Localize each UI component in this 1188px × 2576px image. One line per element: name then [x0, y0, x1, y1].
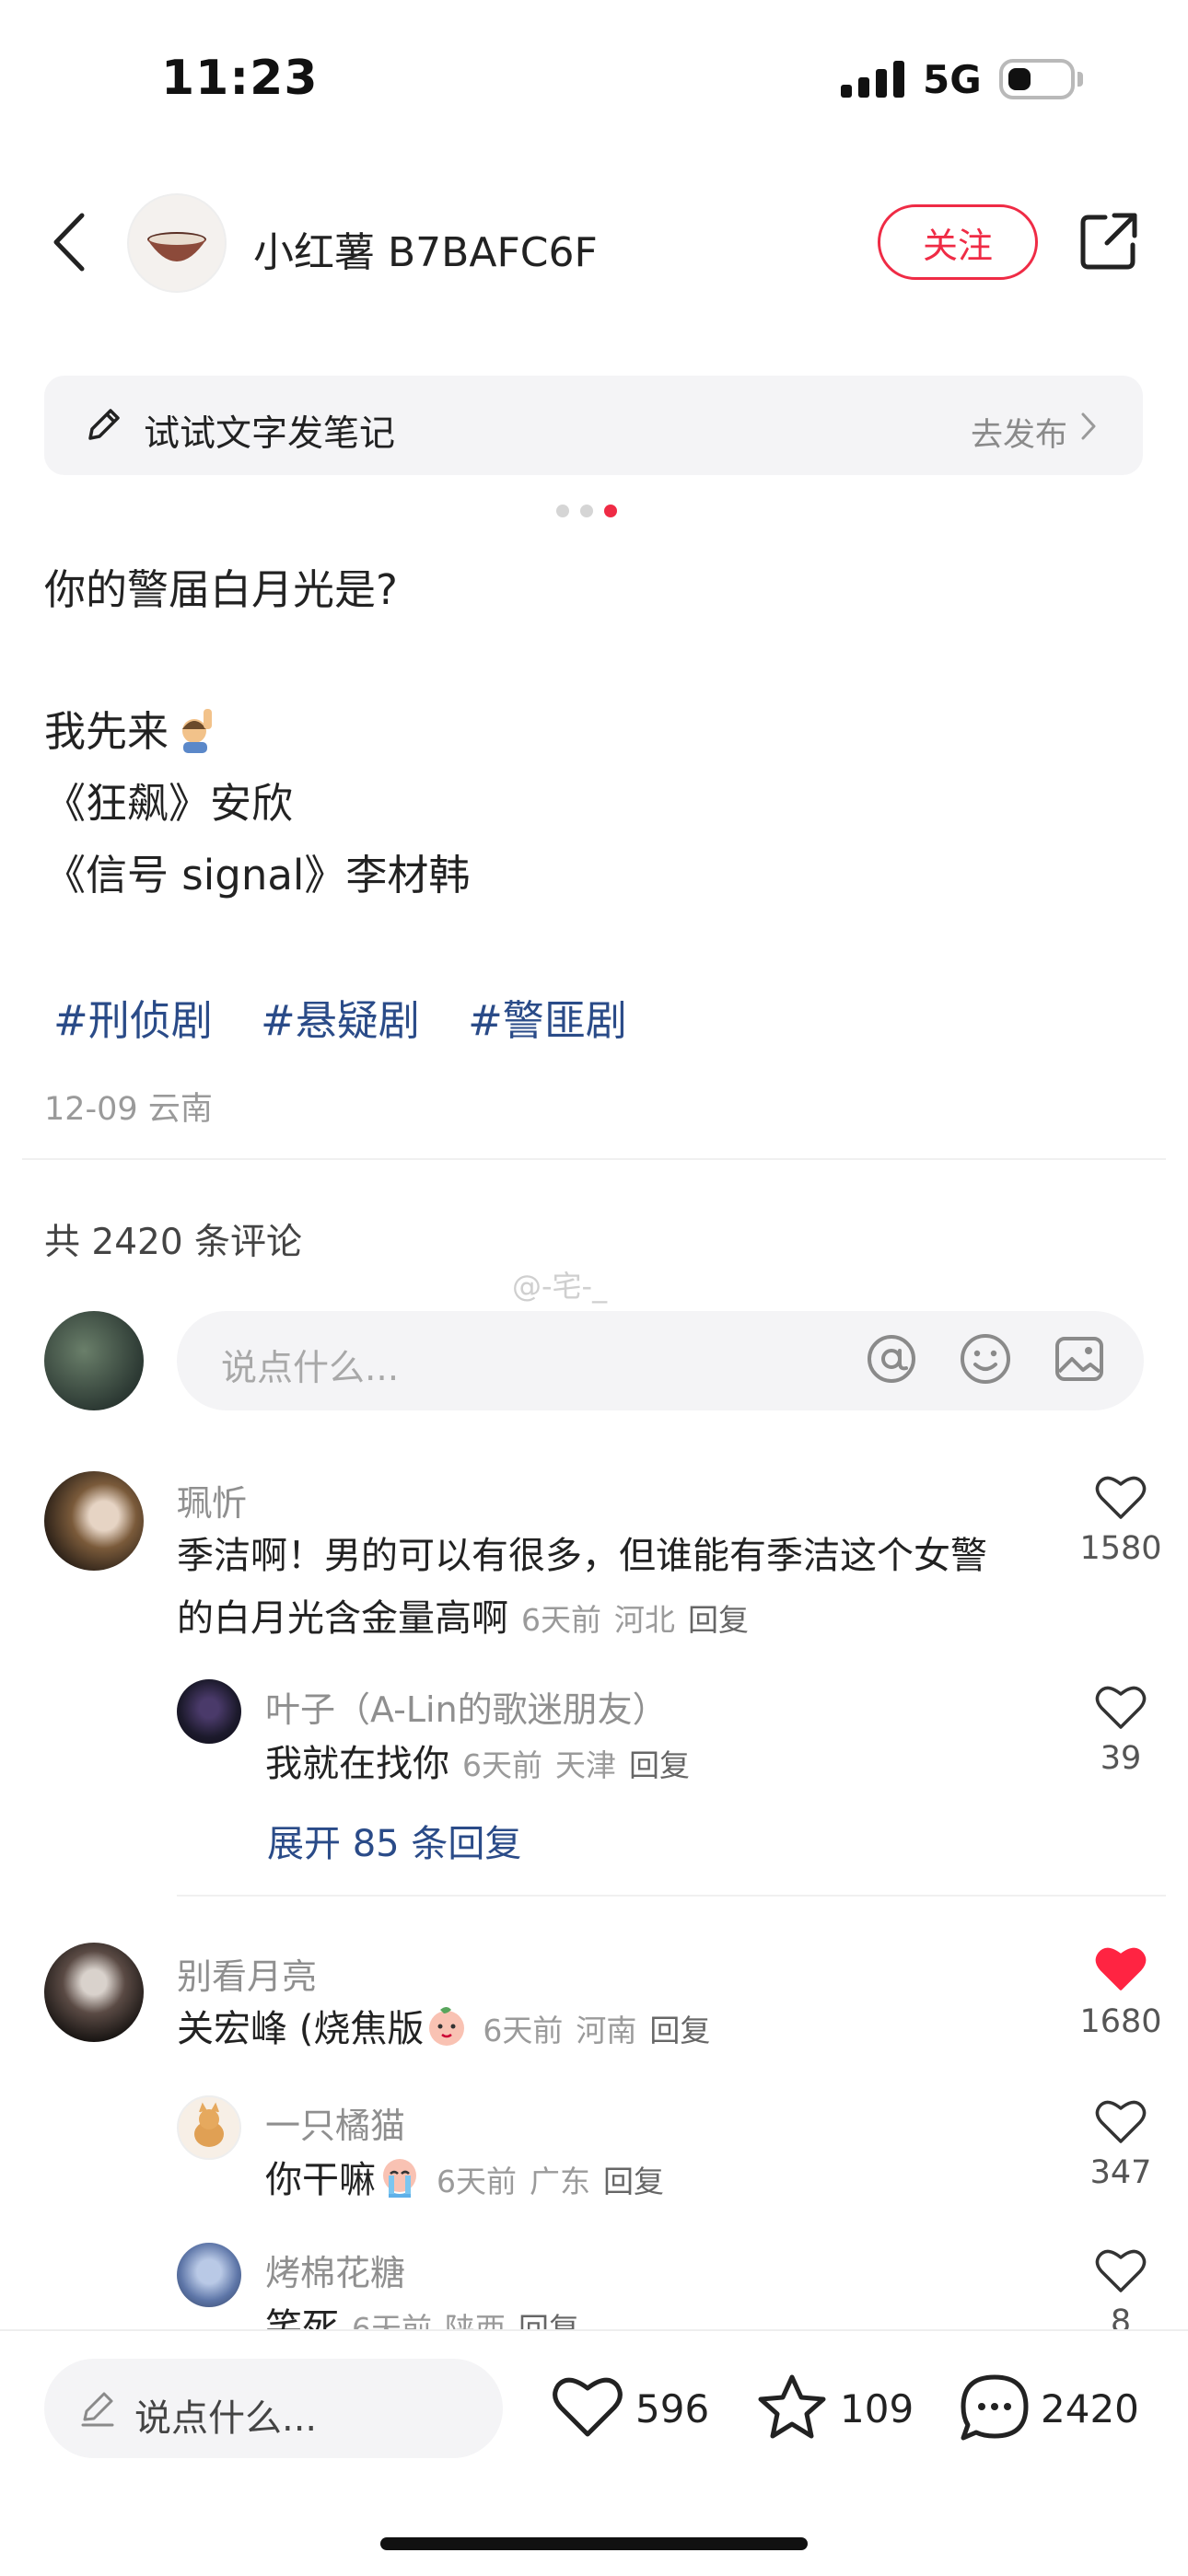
pencil-icon [81, 2392, 114, 2427]
home-indicator[interactable] [380, 2537, 808, 2550]
share-icon[interactable] [1077, 210, 1140, 273]
comment-count-total: 2420 [1041, 2386, 1139, 2431]
publish-link[interactable]: 去发布 [971, 409, 1067, 456]
comment-username[interactable]: 别看月亮 [177, 1948, 317, 1999]
post-title: 你的警届白月光是? [44, 565, 398, 614]
post-meta: 12-09 云南 [44, 1091, 213, 1128]
chevron-right-icon [1081, 412, 1096, 440]
reply-username[interactable]: 叶子（A-Lin的歌迷朋友） [265, 1681, 668, 1732]
comment-count: 共 2420 条评论 [44, 1222, 303, 1263]
reply-button[interactable]: 回复 [649, 2013, 710, 2048]
carousel-dots [556, 505, 630, 517]
reply-username[interactable]: 一只橘猫 [265, 2097, 405, 2148]
follow-button[interactable]: 关注 [878, 204, 1038, 280]
banner-text: 试试文字发笔记 [144, 413, 396, 455]
at-icon[interactable] [864, 1331, 919, 1387]
comment-text-line2: 的白月光含金量高啊 6天前 河北 回复 [177, 1597, 749, 1640]
author-name[interactable]: 小红薯 B7BAFC6F [253, 219, 598, 278]
star-icon[interactable] [755, 2372, 829, 2442]
crying-emoji-icon [383, 2159, 416, 2198]
heart-icon[interactable] [1094, 1683, 1147, 1731]
hashtag[interactable]: #刑侦剧 [53, 996, 213, 1045]
reply-avatar[interactable] [177, 1679, 241, 1744]
reply-avatar[interactable] [177, 2095, 241, 2160]
comment-icon[interactable] [958, 2372, 1031, 2442]
peach-emoji-icon [429, 2007, 465, 2046]
comment-avatar[interactable] [44, 1943, 144, 2042]
my-avatar[interactable] [44, 1311, 144, 1410]
like-icon[interactable] [551, 2373, 624, 2440]
status-time: 11:23 [161, 51, 319, 106]
reply-button[interactable]: 回复 [629, 1747, 690, 1783]
heart-icon[interactable] [1094, 2246, 1147, 2294]
emoji-icon[interactable] [958, 1331, 1013, 1387]
battery-icon [999, 59, 1075, 99]
post-line: 我先来 [44, 698, 220, 758]
author-avatar[interactable] [127, 193, 227, 293]
signal-icon [841, 61, 905, 98]
hashtag[interactable]: #警匪剧 [468, 996, 627, 1045]
divider [22, 1158, 1166, 1160]
comment-input-placeholder: 说点什么... [221, 1348, 400, 1389]
like-count: 347 [1089, 2154, 1152, 2191]
comment-avatar[interactable] [44, 1471, 144, 1571]
battery-cap [1077, 72, 1083, 87]
collect-count: 109 [840, 2386, 914, 2431]
comment-text: 关宏峰 (烧焦版 6天前 河南 回复 [177, 1998, 710, 2062]
raising-hand-emoji-icon [182, 709, 213, 753]
like-count: 1680 [1079, 2003, 1162, 2040]
network-type: 5G [923, 57, 982, 102]
heart-icon[interactable] [1094, 1473, 1147, 1521]
image-icon[interactable] [1052, 1331, 1107, 1387]
heart-icon[interactable] [1094, 2097, 1147, 2145]
divider [177, 1895, 1166, 1897]
back-icon[interactable] [51, 210, 87, 274]
hashtag[interactable]: #悬疑剧 [261, 996, 420, 1045]
like-count: 39 [1100, 1740, 1142, 1777]
post-line: 《信号 signal》李材韩 [44, 851, 471, 899]
reply-text: 你干嘛 6天前 广东 回复 [265, 2149, 664, 2213]
reply-button[interactable]: 回复 [688, 1602, 749, 1638]
comment-username[interactable]: 珮忻 [177, 1475, 247, 1526]
bottom-input-placeholder: 说点什么... [134, 2397, 318, 2440]
comment-text: 季洁啊！男的可以有很多，但谁能有季洁这个女警 [177, 1535, 987, 1577]
heart-filled-icon[interactable] [1094, 1944, 1147, 1992]
watermark: @-宅-_ [512, 1269, 608, 1304]
like-count: 1580 [1079, 1530, 1162, 1567]
expand-replies-link[interactable]: 展开 85 条回复 [267, 1814, 521, 1867]
reply-button[interactable]: 回复 [603, 2164, 664, 2199]
reply-text: 我就在找你 6天前 天津 回复 [265, 1743, 690, 1785]
like-count-total: 596 [635, 2386, 710, 2431]
reply-avatar[interactable] [177, 2243, 241, 2307]
reply-username[interactable]: 烤棉花糖 [265, 2245, 405, 2295]
hashtag-list: #刑侦剧 #悬疑剧 #警匪剧 [53, 987, 662, 1047]
post-line: 《狂飙》安欣 [44, 779, 294, 828]
pencil-icon [88, 409, 120, 440]
